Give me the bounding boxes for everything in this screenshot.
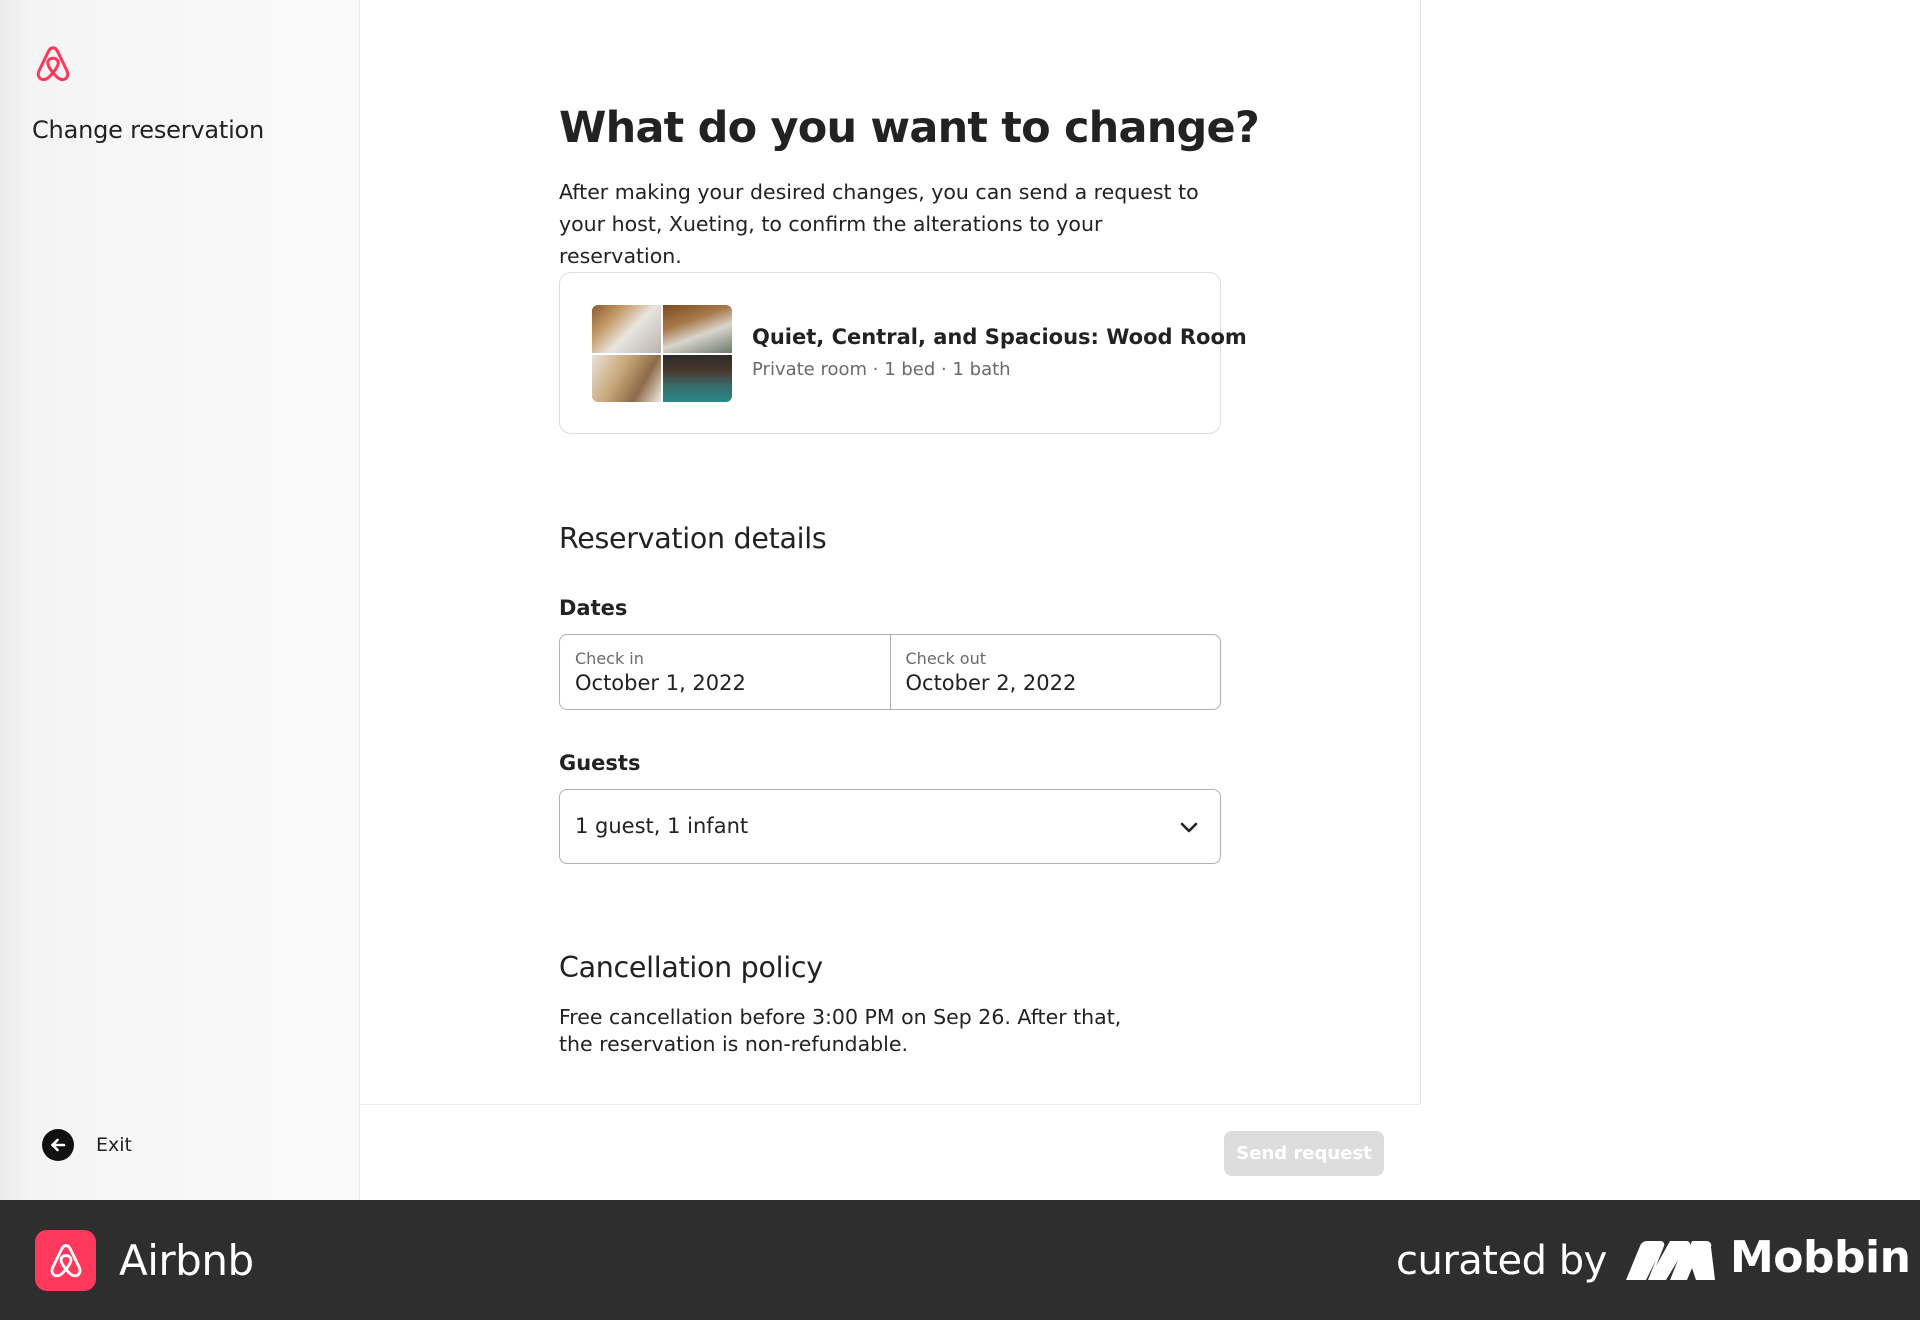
exit-label: Exit [96,1134,132,1156]
cancellation-policy-text: Free cancellation before 3:00 PM on Sep … [559,1005,1122,1056]
send-request-button[interactable]: Send request [1224,1131,1384,1176]
check-in-value: October 1, 2022 [575,671,746,695]
check-out-label: Check out [905,649,987,668]
check-in-field[interactable]: Check in October 1, 2022 [560,635,890,709]
intro-text: After making your desired changes, you c… [559,180,1199,268]
main-panel: What do you want to change? After making… [360,0,1421,1200]
sidebar: Change reservation Exit [0,0,360,1200]
check-out-field[interactable]: Check out October 2, 2022 [889,635,1221,709]
listing-photo [592,305,732,402]
listing-name: Quiet, Central, and Spacious: Wood Room [752,325,1247,349]
arrow-left-icon [42,1129,74,1161]
guests-value: 1 guest, 1 infant [575,814,749,838]
airbnb-app-icon [35,1230,96,1291]
reservation-details-heading: Reservation details [559,522,827,555]
guests-label: Guests [559,751,641,775]
app-name: Airbnb [119,1236,254,1285]
sidebar-title: Change reservation [32,116,265,144]
listing-meta: Private room · 1 bed · 1 bath [752,359,1011,380]
guests-select[interactable]: 1 guest, 1 infant [559,789,1221,864]
curated-by-label: curated by [1396,1238,1607,1284]
mobbin-logo-icon [1626,1241,1715,1280]
check-in-label: Check in [575,649,644,668]
exit-button[interactable]: Exit [42,1129,132,1161]
listing-photo-pool [663,354,732,402]
page-title: What do you want to change? [559,103,1260,153]
bottom-banner: Airbnb curated by Mobbin [0,1200,1920,1320]
listing-photo-bathroom [592,354,661,402]
footer-bar: Send request [360,1104,1421,1200]
listing-card[interactable]: Quiet, Central, and Spacious: Wood Room … [559,272,1247,434]
cancellation-policy-heading: Cancellation policy [559,951,823,984]
airbnb-logo-icon[interactable] [33,43,73,85]
curator-name: Mobbin [1730,1232,1911,1283]
dates-field: Check in October 1, 2022 Check out Octob… [559,634,1221,710]
chevron-down-icon [1180,822,1198,833]
listing-photo-bedroom [592,305,661,353]
dates-label: Dates [559,596,628,620]
check-out-value: October 2, 2022 [905,671,1077,695]
listing-photo-room [663,305,732,353]
